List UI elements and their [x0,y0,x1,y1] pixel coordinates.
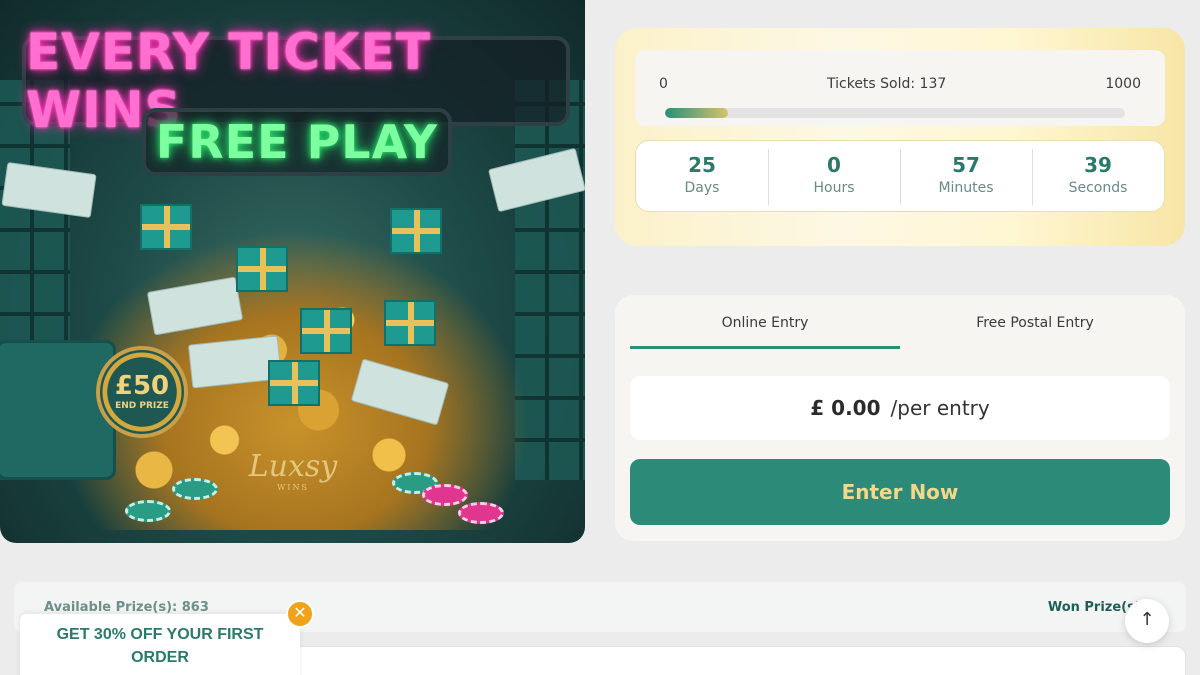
badge-label: END PRIZE [115,401,169,411]
countdown-value: 39 [1084,153,1112,177]
casino-chip-graphic [125,500,171,522]
countdown-seconds: 39 Seconds [1032,149,1164,205]
tickets-progress-fill [665,108,729,118]
casino-chip-graphic [422,484,468,506]
countdown-label: Hours [813,180,855,196]
casino-chip-graphic [172,478,218,500]
gift-box-graphic [390,208,442,254]
hero-image: £50 END PRIZE Luxsy WINS EVERY TICKET WI… [0,0,585,543]
countdown-label: Minutes [938,180,994,196]
logo-subtext: WINS [277,483,309,492]
gift-box-graphic [300,308,352,354]
end-prize-badge: £50 END PRIZE [96,346,188,438]
price-unit: /per entry [890,396,990,420]
promo-line-2: ORDER [131,649,189,666]
treasure-case-graphic [0,340,116,480]
countdown-value: 25 [688,153,716,177]
casino-chip-graphic [458,502,504,524]
close-icon[interactable]: ✕ [286,600,314,628]
promo-line-1: GET 30% OFF YOUR FIRST [56,626,264,643]
ticket-progress-card: 0 Tickets Sold: 137 1000 25 Days 0 Hours… [615,28,1185,246]
countdown-days: 25 Days [636,153,768,199]
tab-free-postal-entry[interactable]: Free Postal Entry [900,295,1170,349]
countdown-hours: 0 Hours [768,149,900,205]
entry-tabs: Online Entry Free Postal Entry [630,295,1170,349]
progress-max: 1000 [1105,76,1141,92]
countdown-value: 57 [952,153,980,177]
progress-min: 0 [659,76,668,92]
arrow-up-icon: ↑ [1139,609,1155,630]
tickets-progress-bar [665,108,1125,118]
countdown-label: Seconds [1068,180,1128,196]
gift-box-graphic [236,246,288,292]
neon-subheadline: FREE PLAY [142,108,452,176]
gift-box-graphic [384,300,436,346]
gift-box-graphic [268,360,320,406]
countdown-label: Days [684,180,720,196]
scroll-top-button[interactable]: ↑ [1125,599,1169,643]
entry-price: £ 0.00 [810,396,881,420]
gift-box-graphic [140,204,192,250]
tickets-sold-label: Tickets Sold: 137 [827,76,947,92]
badge-amount: £50 [114,371,170,401]
available-prizes: Available Prize(s): 863 [44,600,209,615]
entry-card: Online Entry Free Postal Entry £ 0.00 /p… [615,295,1185,541]
countdown-minutes: 57 Minutes [900,149,1032,205]
enter-now-button[interactable]: Enter Now [630,459,1170,525]
luxsy-wins-logo: Luxsy WINS [248,452,338,504]
tickets-sold-panel: 0 Tickets Sold: 137 1000 [635,50,1165,126]
countdown-value: 0 [827,153,841,177]
promo-popup[interactable]: GET 30% OFF YOUR FIRST ORDER [20,614,300,675]
logo-text: Luxsy [248,449,338,484]
lower-content-panel [290,646,1186,675]
price-display: £ 0.00 /per entry [630,376,1170,440]
countdown-timer: 25 Days 0 Hours 57 Minutes 39 Seconds [635,140,1165,212]
tab-online-entry[interactable]: Online Entry [630,295,900,349]
